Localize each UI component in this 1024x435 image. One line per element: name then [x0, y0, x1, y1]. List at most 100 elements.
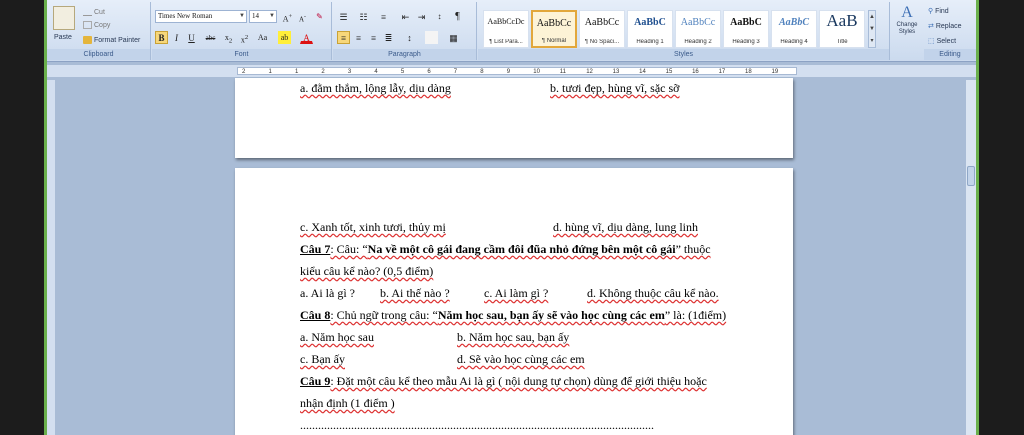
answer-option-c: c. Xanh tốt, xinh tươi, thủy mị [300, 220, 446, 234]
style-heading-1[interactable]: AaBbC Heading 1 [627, 10, 673, 48]
align-center-icon[interactable]: ≡ [352, 31, 365, 44]
format-painter-label: Format Painter [94, 37, 141, 44]
align-left-icon[interactable]: ≡ [337, 31, 350, 44]
replace-icon: ⇄ [928, 23, 936, 30]
change-case-button[interactable]: Aa [256, 31, 269, 44]
editing-group: ⚲ Find ⇄ Replace ⬚ Select Editing [924, 2, 976, 60]
style-no-spacing[interactable]: AaBbCc ¶ No Spaci... [579, 10, 625, 48]
shrink-font-button[interactable]: A- [296, 10, 309, 23]
find-button[interactable]: ⚲ Find [928, 6, 949, 17]
ruler-tick: 1 [294, 69, 299, 75]
cut-button[interactable]: Cut [83, 7, 105, 18]
shading-icon[interactable] [425, 31, 438, 44]
underline-button[interactable]: U [185, 31, 198, 44]
screen-bezel-right [978, 0, 1024, 435]
style-heading-4[interactable]: AaBbC Heading 4 [771, 10, 817, 48]
strikethrough-button[interactable]: abc [204, 31, 217, 44]
ruler-tick: 7 [453, 69, 458, 75]
style-sample: AaBbC [778, 17, 809, 28]
chevron-down-icon: ▼ [239, 13, 245, 19]
question-text: : Chủ ngữ trong câu: “ [330, 308, 438, 322]
vertical-scrollbar[interactable] [965, 80, 976, 435]
window-border-right [976, 0, 979, 435]
question-text: : Câu: “ [330, 242, 368, 256]
line-spacing-icon[interactable]: ↕ [403, 31, 416, 44]
ruler-tick: 5 [400, 69, 405, 75]
bold-button[interactable]: B [155, 31, 168, 44]
italic-button[interactable]: I [170, 31, 183, 44]
question-7: Câu 7: Câu: “Na về một cô gái đang cầm đ… [300, 242, 711, 257]
style-heading-3[interactable]: AaBbC Heading 3 [723, 10, 769, 48]
show-formatting-icon[interactable]: ¶ [451, 10, 464, 23]
word-window: Paste Cut Copy Format Painter Clipboard … [47, 0, 976, 435]
question-label: Câu 7 [300, 242, 331, 256]
font-name-combo[interactable]: Times New Roman ▼ [155, 10, 247, 23]
style-list-paragraph[interactable]: AaBbCcDc ¶ List Para... [483, 10, 529, 48]
font-size-value: 14 [252, 12, 259, 20]
align-right-icon[interactable]: ≡ [367, 31, 380, 44]
style-sample: AaBbCc [584, 17, 620, 28]
font-size-combo[interactable]: 14 ▼ [249, 10, 277, 23]
format-painter-button[interactable]: Format Painter [83, 35, 140, 46]
grow-font-button[interactable]: A+ [281, 10, 294, 24]
styles-scroll-arrows[interactable]: ▲ ▼ ▾ [868, 10, 876, 48]
increase-indent-icon[interactable]: ⇥ [415, 10, 428, 23]
ruler-tick: 16 [692, 69, 699, 75]
font-group-label: Font [152, 49, 331, 60]
justify-icon[interactable]: ≣ [382, 31, 395, 44]
q8-option-b: b. Năm học sau, bạn ấy [457, 330, 570, 344]
question-text: ” là: (1điểm) [664, 308, 727, 322]
subscript-button[interactable]: x2 [222, 31, 235, 45]
change-styles-icon: A [901, 4, 913, 21]
decrease-indent-icon[interactable]: ⇤ [399, 10, 412, 23]
copy-label: Copy [94, 22, 111, 29]
question-7-line-2: kiểu câu kể nào? (0,5 điểm) [300, 264, 434, 278]
scissors-icon [83, 8, 92, 17]
superscript-button[interactable]: x2 [238, 31, 251, 45]
sort-icon[interactable]: ↕ [433, 10, 446, 23]
select-icon: ⬚ [928, 38, 937, 45]
clipboard-group: Paste Cut Copy Format Painter Clipboard [47, 2, 151, 60]
q7-option-c: c. Ai làm gì ? [484, 286, 549, 300]
answer-option-b: b. tươi đẹp, hùng vĩ, sặc sỡ [550, 81, 680, 95]
horizontal-ruler[interactable]: 2 1 1 2 3 4 5 6 7 8 9 10 11 12 13 14 15 16 17 18 19 [47, 65, 976, 77]
style-normal[interactable]: AaBbCc ¶ Normal [531, 10, 577, 48]
numbering-icon[interactable]: ☷ [357, 10, 370, 23]
clear-format-icon[interactable]: ✎ [313, 10, 326, 23]
ruler-tick: 4 [374, 69, 378, 75]
style-name: Title [836, 39, 848, 45]
select-button[interactable]: ⬚ Select [928, 36, 956, 47]
copy-button[interactable]: Copy [83, 20, 110, 31]
ruler-tick: 11 [559, 69, 566, 75]
font-color-icon[interactable]: A [300, 31, 313, 44]
ruler-tick: 15 [665, 69, 673, 75]
q7-option-d: d. Không thuộc câu kể nào. [587, 286, 719, 300]
paste-icon[interactable] [53, 6, 75, 30]
ruler-tick: 12 [586, 69, 593, 75]
ruler-tick: 14 [639, 69, 646, 75]
ruler-tick: 17 [718, 69, 726, 75]
paste-button[interactable]: Paste [54, 32, 72, 43]
change-styles-button[interactable]: A Change Styles [892, 4, 922, 50]
scrollbar-thumb[interactable] [967, 166, 975, 186]
document-page-1[interactable]: a. đằm thắm, lộng lẫy, dịu dàng b. tươi … [235, 78, 793, 158]
highlight-icon[interactable]: ab [278, 31, 291, 44]
style-sample: AaBbC [634, 17, 666, 28]
answer-option-d: d. hùng vĩ, dịu dàng, lung linh [553, 220, 698, 234]
style-name: ¶ List Para... [489, 39, 523, 45]
document-page-2[interactable]: c. Xanh tốt, xinh tươi, thủy mị d. hùng … [235, 168, 793, 435]
bullets-icon[interactable]: ☰ [337, 10, 350, 23]
ruler-tick: 13 [612, 69, 620, 75]
multilevel-list-icon[interactable]: ≡ [377, 10, 390, 23]
style-title[interactable]: AaB Title [819, 10, 865, 48]
style-sample: AaBbCcDc [487, 17, 525, 26]
style-name: ¶ No Spaci... [584, 39, 620, 45]
answer-option-a: a. đằm thắm, lộng lẫy, dịu dàng [300, 81, 451, 95]
question-text: ” thuộc [675, 242, 711, 256]
borders-icon[interactable]: ▦ [447, 31, 460, 44]
style-heading-2[interactable]: AaBbCc Heading 2 [675, 10, 721, 48]
answer-blank-line: ........................................… [300, 418, 654, 432]
replace-button[interactable]: ⇄ Replace [928, 21, 962, 32]
ruler-tick: 8 [480, 69, 484, 75]
clipboard-group-label: Clipboard [47, 49, 150, 60]
